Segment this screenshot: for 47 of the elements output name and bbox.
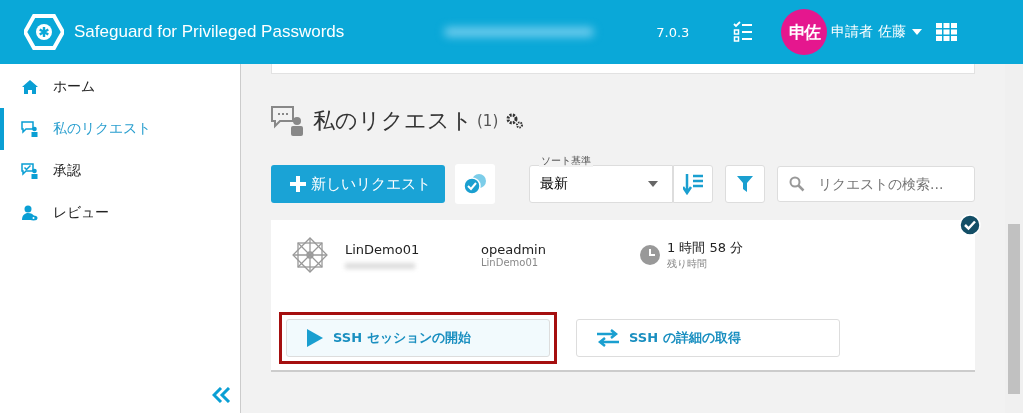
- caret-icon: [648, 181, 658, 187]
- account-asset: LinDemo01: [481, 257, 540, 268]
- page-title: 私のリクエスト: [313, 107, 473, 135]
- filter-button[interactable]: [725, 165, 765, 203]
- bulk-check-button[interactable]: [455, 164, 495, 204]
- plus-icon: [289, 175, 307, 193]
- collapse-icon[interactable]: [212, 387, 232, 403]
- settings-icon[interactable]: [506, 113, 525, 129]
- account-name: opeadmin: [481, 242, 547, 257]
- person-eye-icon: [21, 205, 39, 221]
- asset-name: LinDemo01: [345, 241, 421, 257]
- sort-order-button[interactable]: [673, 165, 713, 203]
- time-remaining: 1 時間 58 分: [667, 239, 744, 257]
- checklist-icon[interactable]: [733, 21, 754, 43]
- request-count: (1): [477, 112, 499, 130]
- sidebar-item[interactable]: ホーム: [0, 66, 240, 108]
- play-icon: [307, 329, 323, 347]
- version-label: 7.0.3: [656, 24, 690, 40]
- scrollbar-thumb[interactable]: [1008, 224, 1020, 394]
- check-icon[interactable]: [959, 214, 981, 236]
- sidebar-item[interactable]: 私のリクエスト: [0, 108, 240, 150]
- user-avatar: 申佐: [781, 9, 828, 55]
- chat-person-icon: [21, 121, 39, 137]
- caret-icon: [911, 29, 922, 35]
- sidebar-item[interactable]: レビュー: [0, 192, 240, 234]
- check-circles-icon: [462, 173, 488, 195]
- app-title: Safeguard for Privileged Passwords: [74, 22, 345, 42]
- get-details-button[interactable]: SSH の詳細の取得: [576, 319, 840, 357]
- chat-person-icon: [271, 106, 305, 136]
- sort-label: ソート基準: [539, 155, 593, 167]
- sidebar-item[interactable]: 承認: [0, 150, 240, 192]
- apps-grid-icon[interactable]: [935, 23, 957, 41]
- home-icon: [21, 80, 39, 94]
- user-menu[interactable]: 申請者 佐藤: [827, 23, 922, 41]
- check-person-icon: [21, 163, 39, 179]
- logo-icon: [24, 14, 64, 50]
- blurred-text: [345, 262, 415, 269]
- clock-icon: [639, 244, 661, 266]
- search-field[interactable]: リクエストの検索...: [777, 166, 975, 202]
- search-icon: [789, 176, 805, 192]
- sort-dropdown[interactable]: 最新: [529, 165, 673, 203]
- swap-arrows-icon: [597, 329, 619, 347]
- filter-icon: [737, 176, 753, 192]
- sort-icon: [683, 173, 703, 195]
- start-session-button[interactable]: SSH セッションの開始: [286, 319, 550, 357]
- time-label: 残り時間: [667, 257, 708, 271]
- new-request-button[interactable]: 新しいリクエスト: [271, 165, 445, 203]
